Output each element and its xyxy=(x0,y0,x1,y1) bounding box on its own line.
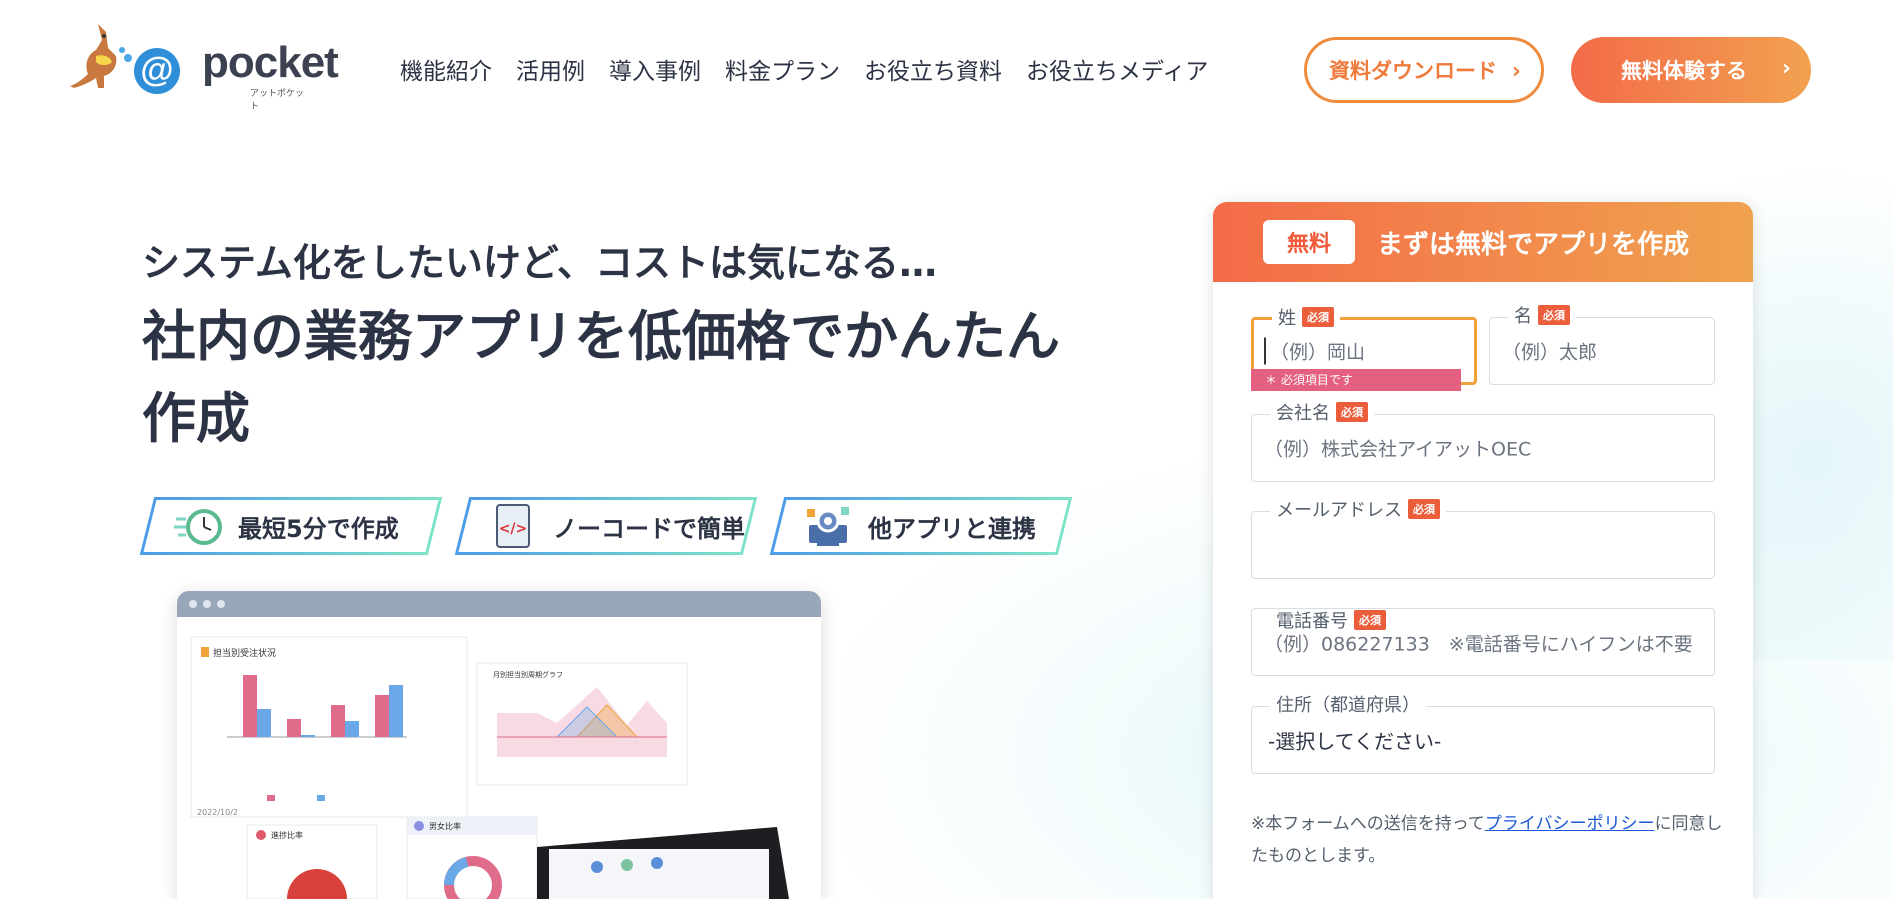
error-message: ＊ 必須項目です xyxy=(1251,369,1461,391)
required-badge: 必須 xyxy=(1336,402,1368,422)
privacy-policy-link[interactable]: プライバシーポリシー xyxy=(1485,814,1655,834)
required-badge: 必須 xyxy=(1538,305,1570,325)
prefecture-label: 住所（都道府県） xyxy=(1270,691,1426,717)
company-placeholder: （例）株式会社アイアットOEC xyxy=(1264,438,1532,461)
free-badge: 無料 xyxy=(1263,220,1355,264)
download-button[interactable]: 資料ダウンロード › xyxy=(1304,37,1544,103)
company-label: 会社名 必須 xyxy=(1270,399,1374,425)
logo[interactable]: @ pocket アットポケット xyxy=(68,20,339,112)
feature-badge-integration: 他アプリと連携 xyxy=(769,497,1073,555)
email-label: メールアドレス 必須 xyxy=(1270,496,1446,522)
last-name-label: 姓 必須 xyxy=(1272,304,1340,330)
main-nav: 機能紹介 活用例 導入事例 料金プラン お役立ち資料 お役立ちメディア xyxy=(400,52,1208,86)
privacy-note: ※本フォームへの送信を持ってプライバシーポリシーに同意したものとします。 xyxy=(1251,814,1723,866)
nav-item-resources[interactable]: お役立ち資料 xyxy=(864,52,1002,86)
site-header: @ pocket アットポケット 機能紹介 活用例 導入事例 料金プラン お役立… xyxy=(0,0,1893,140)
dashboard-preview: 担当別受注状況 2022/10/2 月別担当別周期グラフ 進捗比率 男女比率 xyxy=(177,591,821,899)
integration-icon xyxy=(802,503,854,549)
feature-badge-no-code: </> ノーコードで簡単 xyxy=(454,497,758,555)
hero-subheading: システム化をしたいけど、コストは気になる… xyxy=(142,241,937,285)
company-field[interactable]: 会社名 必須 （例）株式会社アイアットOEC xyxy=(1251,399,1715,482)
download-button-label: 資料ダウンロード xyxy=(1329,59,1497,83)
logo-text: pocket xyxy=(202,38,339,87)
free-trial-button[interactable]: 無料体験する › xyxy=(1571,37,1811,103)
no-code-icon: </> xyxy=(487,503,539,549)
nav-item-case-studies[interactable]: 導入事例 xyxy=(609,52,701,86)
nav-item-media[interactable]: お役立ちメディア xyxy=(1026,52,1208,86)
svg-text:</>: </> xyxy=(499,521,528,537)
panel-title: 担当別受注状況 xyxy=(213,647,276,659)
nav-item-use-cases[interactable]: 活用例 xyxy=(516,52,585,86)
first-name-label: 名 必須 xyxy=(1508,302,1576,328)
panel-title: 進捗比率 xyxy=(271,830,303,840)
date-stamp: 2022/10/2 xyxy=(197,808,238,817)
prefecture-value: -選択してください- xyxy=(1268,729,1442,754)
clock-icon xyxy=(172,503,224,549)
logo-subtext: アットポケット xyxy=(250,89,305,112)
form-title: まずは無料でアプリを作成 xyxy=(1377,229,1690,260)
prefecture-select[interactable]: 住所（都道府県） -選択してください- xyxy=(1251,691,1715,774)
first-name-field[interactable]: 名 必須 （例）太郎 xyxy=(1489,302,1715,385)
panel-title: 月別担当別周期グラフ xyxy=(493,670,563,679)
free-trial-button-label: 無料体験する xyxy=(1621,59,1747,83)
feature-label: 最短5分で作成 xyxy=(238,514,399,543)
panel-title: 男女比率 xyxy=(429,821,461,831)
dashboard-content: 担当別受注状況 2022/10/2 月別担当別周期グラフ 進捗比率 男女比率 xyxy=(190,636,789,899)
phone-placeholder: （例）086227133 ※電話番号にハイフンは不要 xyxy=(1264,633,1693,656)
logo-at-symbol: @ xyxy=(134,48,180,94)
form-header: 無料 まずは無料でアプリを作成 xyxy=(1213,202,1753,282)
first-name-placeholder: （例）太郎 xyxy=(1502,341,1598,364)
chevron-right-icon: › xyxy=(1511,59,1521,84)
nav-item-pricing[interactable]: 料金プラン xyxy=(725,52,840,86)
kangaroo-icon xyxy=(70,24,132,88)
chevron-right-icon: › xyxy=(1781,56,1791,81)
feature-label: ノーコードで簡単 xyxy=(553,514,745,543)
email-field[interactable]: メールアドレス 必須 xyxy=(1251,496,1715,579)
required-badge: 必須 xyxy=(1302,307,1334,327)
phone-field[interactable]: 電話番号 必須 （例）086227133 ※電話番号にハイフンは不要 xyxy=(1251,608,1715,676)
feature-label: 他アプリと連携 xyxy=(868,514,1036,543)
required-badge: 必須 xyxy=(1408,499,1440,519)
feature-badge-speed: 最短5分で作成 xyxy=(139,497,443,555)
window-titlebar xyxy=(177,591,821,617)
nav-item-features[interactable]: 機能紹介 xyxy=(400,52,492,86)
last-name-placeholder: （例）岡山 xyxy=(1264,337,1365,365)
hero-heading: 社内の業務アプリを低価格でかんたん作成 xyxy=(142,305,1060,450)
required-badge: 必須 xyxy=(1354,610,1386,630)
